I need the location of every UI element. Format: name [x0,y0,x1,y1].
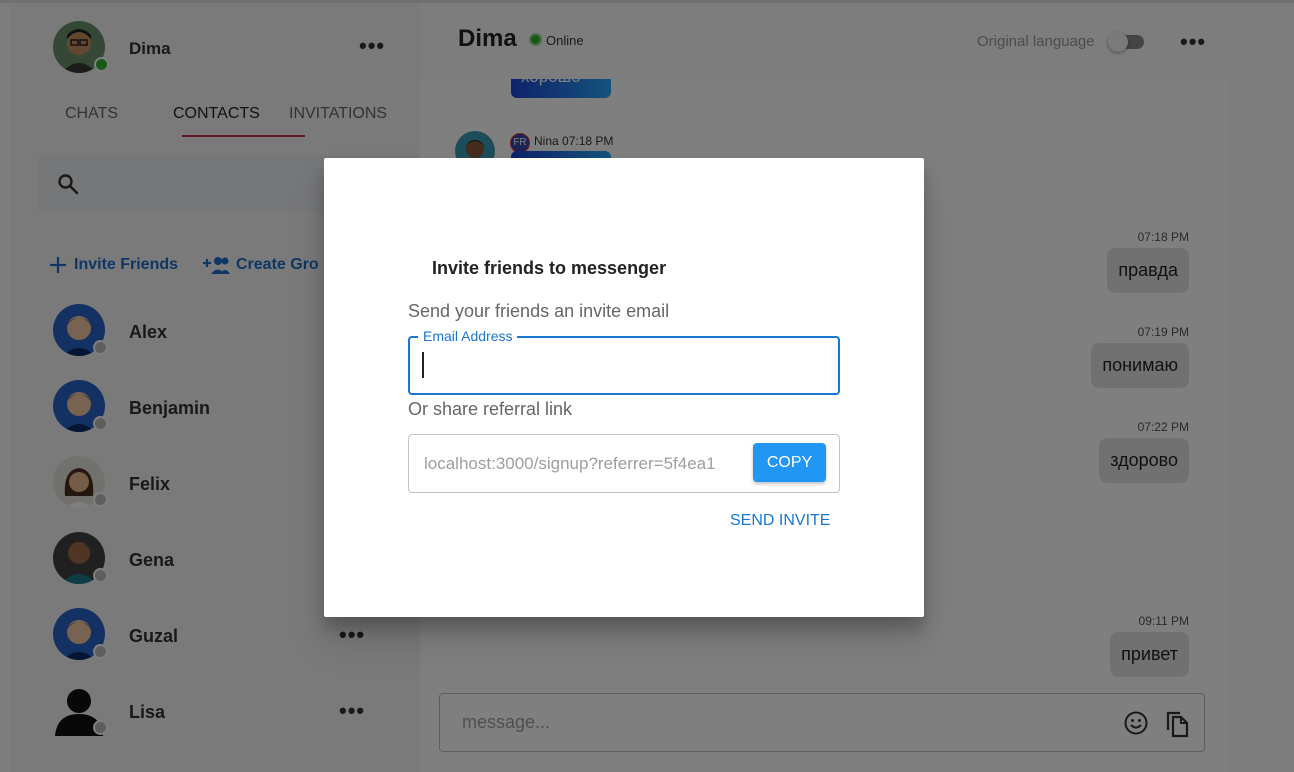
referral-link-input[interactable] [422,453,749,475]
email-field: Email Address [408,328,840,395]
dialog-title: Invite friends to messenger [432,258,667,278]
referral-field: COPY [408,434,840,493]
messenger-app: Dima ••• CHATS CONTACTS INVITATIONS Invi… [0,0,1294,772]
copy-button[interactable]: COPY [753,443,826,482]
dialog-subtitle: Send your friends an invite email [408,301,670,321]
send-invite-button[interactable]: SEND INVITE [730,512,830,530]
invite-dialog: Invite friends to messenger Send your fr… [324,158,924,617]
referral-heading: Or share referral link [408,399,573,419]
email-label: Email Address [418,328,518,344]
email-input[interactable] [422,352,828,378]
